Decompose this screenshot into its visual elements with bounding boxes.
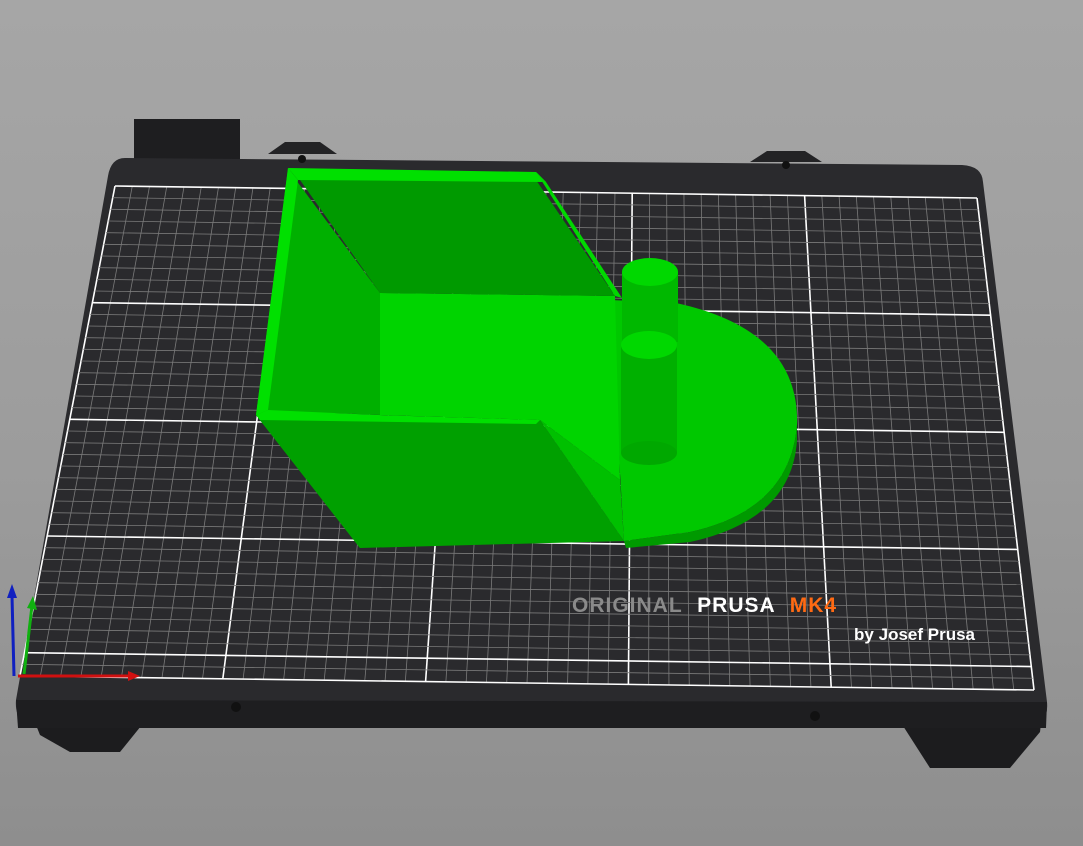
model-peg-front[interactable] [621,331,677,465]
screw-hole [231,702,241,712]
brand-name-text: PRUSA [697,594,775,617]
brand-byline: by Josef Prusa [854,625,975,644]
model-peg-back[interactable] [622,258,678,342]
brand-prefix-text: ORIGINAL [572,594,682,617]
bed-rear-tab-right [750,151,822,162]
screw-hole [782,161,790,169]
axis-z [10,595,16,677]
brand-model-text: MK4 [790,594,837,617]
3d-viewport[interactable]: ORIGINAL PRUSA MK4 by Josef Prusa [0,0,1083,846]
bed-front-edge [16,700,1047,728]
screw-hole [298,155,306,163]
bed-branding: ORIGINAL PRUSA MK4 [572,594,837,617]
axis-z-arrow-icon [7,584,17,598]
bed-rear-tab-left [268,142,337,154]
screw-hole [810,711,820,721]
